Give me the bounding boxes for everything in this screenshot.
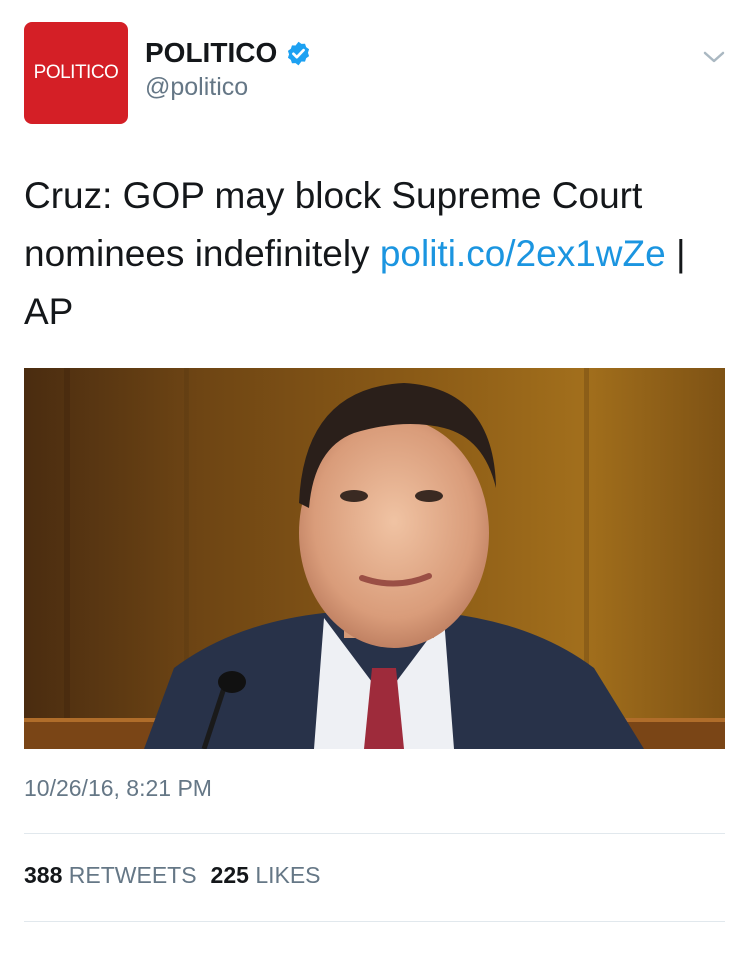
- divider: [24, 833, 725, 834]
- likes-stat[interactable]: 225 LIKES: [211, 862, 321, 888]
- retweets-stat[interactable]: 388 RETWEETS: [24, 862, 197, 888]
- tweet-card: POLITICO POLITICO @politico Cruz: GOP ma…: [0, 0, 749, 953]
- tweet-timestamp[interactable]: 10/26/16, 8:21 PM: [24, 775, 212, 802]
- divider: [24, 921, 725, 922]
- likes-count: 225: [210, 862, 249, 888]
- tweet-link[interactable]: politi.co/2ex1wZe: [380, 233, 666, 274]
- chevron-down-icon[interactable]: [701, 44, 727, 70]
- display-name-row[interactable]: POLITICO: [145, 37, 312, 69]
- retweets-label: RETWEETS: [68, 862, 197, 888]
- verified-badge-icon: [288, 41, 310, 65]
- likes-label: LIKES: [255, 862, 321, 888]
- retweets-count: 388: [24, 862, 63, 888]
- display-name[interactable]: POLITICO: [145, 37, 277, 69]
- avatar[interactable]: POLITICO: [24, 22, 128, 124]
- tweet-text: Cruz: GOP may block Supreme Court nomine…: [24, 167, 724, 341]
- user-handle[interactable]: @politico: [145, 73, 248, 102]
- avatar-logo-text: POLITICO: [33, 62, 119, 83]
- tweet-photo[interactable]: [24, 368, 725, 749]
- tweet-stats: 388 RETWEETS 225 LIKES: [24, 862, 321, 889]
